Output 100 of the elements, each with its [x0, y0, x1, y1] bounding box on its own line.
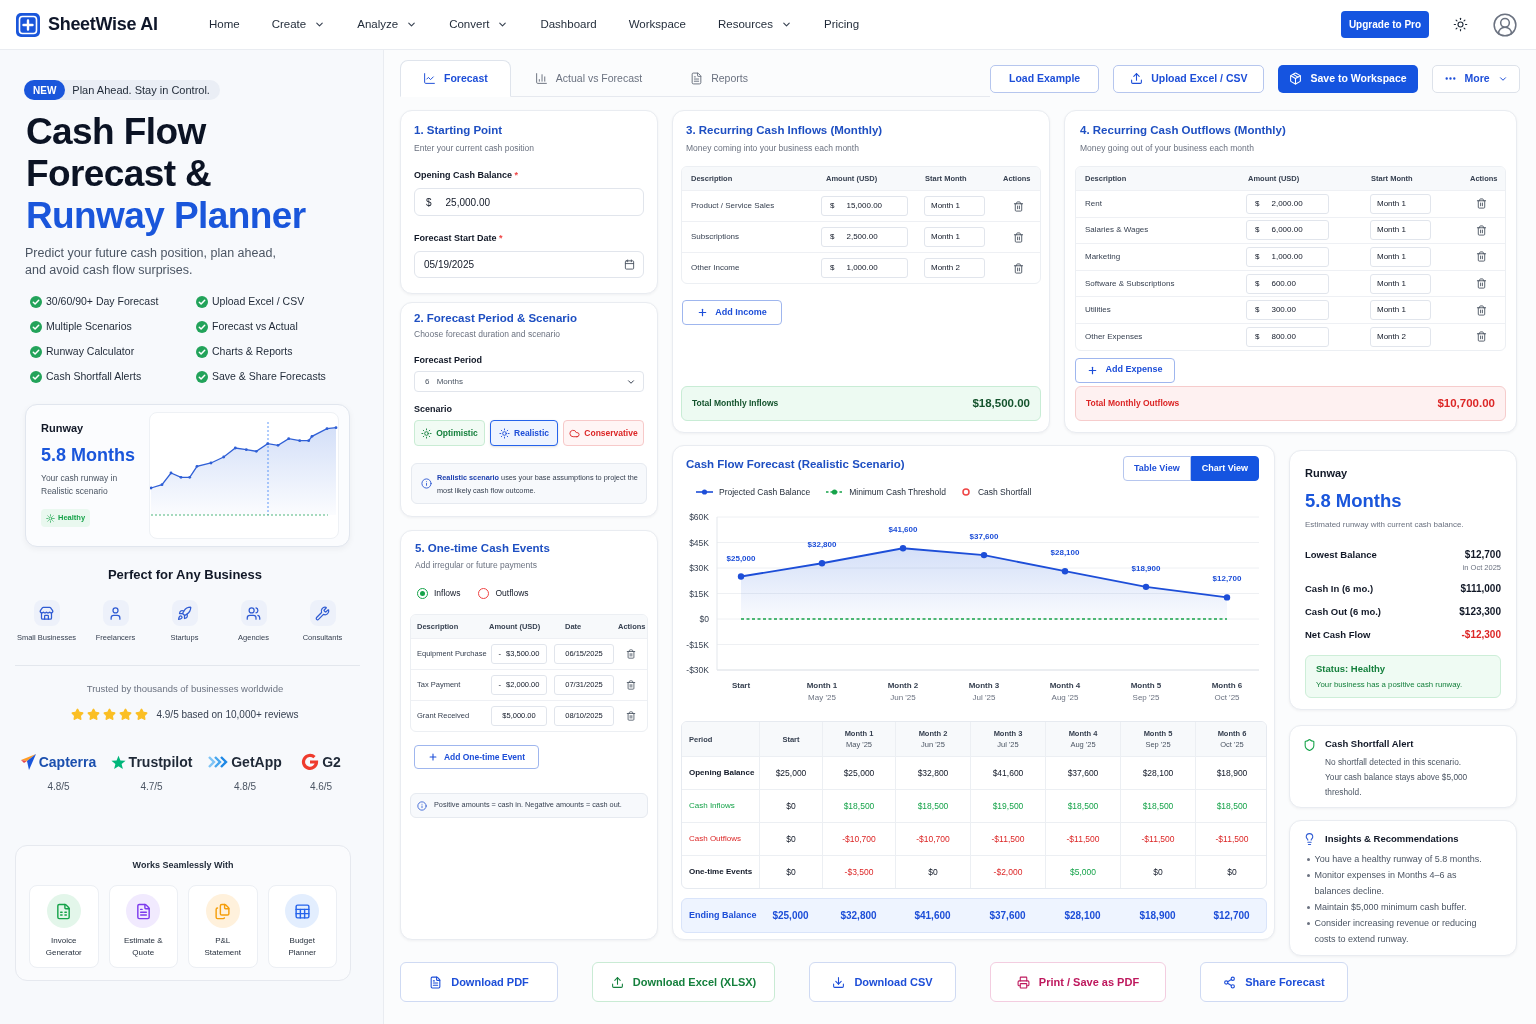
add-button[interactable]: Add Income: [682, 300, 782, 325]
nav-link[interactable]: Home: [209, 15, 240, 34]
star-icon: [71, 707, 85, 721]
axis-label: $60K: [689, 512, 709, 522]
amount-field[interactable]: $ 1,000.00: [1246, 247, 1329, 267]
nav-link[interactable]: Workspace: [628, 15, 686, 34]
amount-field[interactable]: $ 600.00: [1246, 273, 1329, 294]
load-example-button[interactable]: Load Example: [990, 64, 1100, 93]
check-icon: [30, 295, 42, 308]
tab[interactable]: Actual vs Forecast: [510, 60, 667, 97]
nav-link[interactable]: Dashboard: [540, 15, 597, 34]
amount-field[interactable]: $ 300.00: [1246, 300, 1329, 321]
bullet-icon: [1307, 858, 1310, 861]
data-label: $12,700: [1212, 574, 1242, 584]
tab[interactable]: Forecast: [400, 60, 511, 97]
alert-title: Cash Shortfall Alert: [1325, 737, 1415, 751]
data-label: $28,100: [1050, 548, 1080, 558]
amount-field[interactable]: $ 1,000.00: [821, 258, 908, 278]
metric-value: $12,700: [1464, 548, 1501, 562]
star-icon: [119, 707, 133, 721]
amount-field[interactable]: $ 2,000.00: [1246, 193, 1329, 214]
trash-icon[interactable]: [625, 711, 636, 721]
box-icon: [1289, 72, 1303, 85]
trash-icon[interactable]: [1475, 198, 1487, 210]
start-month-field[interactable]: Month 1: [1370, 193, 1431, 214]
radio-button[interactable]: [478, 587, 490, 599]
table-cell: $0: [1153, 865, 1163, 879]
upload-button[interactable]: Upload Excel / CSV: [1113, 64, 1265, 93]
nav-link[interactable]: Create: [271, 15, 326, 34]
trash-icon[interactable]: [1475, 304, 1487, 316]
sun-icon[interactable]: [1453, 17, 1468, 32]
amount-field[interactable]: $ 2,500.00: [821, 227, 908, 247]
integration-link[interactable]: P&L Statement: [188, 885, 258, 968]
export-button[interactable]: Download PDF: [400, 962, 558, 1002]
insight-text: Consider increasing revenue or reducing costs to extend runway.: [1314, 917, 1478, 946]
start-month-field[interactable]: Month 2: [924, 258, 985, 278]
amount-field[interactable]: $ 25,000.00: [414, 188, 644, 216]
view-toggle[interactable]: Chart View: [1190, 456, 1259, 481]
nav-link[interactable]: Analyze: [357, 15, 418, 34]
trash-icon[interactable]: [1475, 331, 1487, 343]
runway-caption: Estimated runway with current cash balance.: [1305, 519, 1465, 531]
trash-icon[interactable]: [1013, 200, 1024, 212]
platform-name: Capterra: [38, 752, 97, 772]
period-select[interactable]: 6 Months: [414, 371, 644, 392]
trash-icon[interactable]: [1475, 224, 1487, 236]
shield-icon: [1303, 738, 1316, 752]
tab[interactable]: Reports: [666, 60, 772, 97]
export-button[interactable]: Print / Save as PDF: [990, 962, 1166, 1002]
avatar-icon[interactable]: [1492, 11, 1518, 38]
cloud-icon: [569, 427, 581, 439]
data-point: [737, 573, 745, 580]
check-icon: [196, 320, 208, 333]
date-field[interactable]: 05/19/2025: [414, 251, 644, 278]
ring-logo-icon: [301, 753, 320, 771]
amount-field[interactable]: $ 800.00: [1246, 326, 1329, 347]
scenario-option[interactable]: Conservative: [563, 420, 644, 446]
integration-link[interactable]: Budget Planner: [267, 885, 337, 968]
star-icon: [103, 707, 117, 721]
start-month-field[interactable]: Month 1: [924, 196, 985, 216]
start-month-field[interactable]: Month 1: [1370, 247, 1431, 267]
trash-icon[interactable]: [625, 649, 636, 659]
add-event-button[interactable]: Add One-time Event: [414, 745, 539, 769]
spreadsheet-icon: [46, 894, 81, 928]
view-toggle[interactable]: Table View: [1122, 456, 1191, 481]
calendar-icon[interactable]: [624, 259, 635, 270]
integration-link[interactable]: Estimate & Quote: [108, 885, 178, 968]
integration-link[interactable]: Invoice Generator: [29, 885, 99, 968]
radio-button[interactable]: [417, 587, 428, 599]
start-month-field[interactable]: Month 2: [1370, 326, 1431, 347]
nav-link[interactable]: Pricing: [823, 15, 860, 34]
document-icon: [126, 894, 161, 928]
table-cell: $18,500: [1216, 799, 1248, 813]
save-button[interactable]: Save to Workspace: [1278, 64, 1418, 93]
start-month-field[interactable]: Month 1: [1370, 273, 1431, 294]
table-cell-text: $18,900: [1139, 909, 1176, 923]
scenario-option[interactable]: Optimistic: [414, 420, 485, 446]
nav-link[interactable]: Resources: [718, 15, 792, 34]
export-button[interactable]: Download Excel (XLSX): [592, 962, 775, 1002]
export-button[interactable]: Share Forecast: [1200, 962, 1348, 1002]
trash-icon[interactable]: [1013, 231, 1024, 243]
start-month-field[interactable]: Month 1: [924, 227, 985, 247]
nav-link[interactable]: Convert: [449, 15, 509, 34]
more-button[interactable]: More: [1431, 64, 1520, 93]
trash-icon[interactable]: [1475, 251, 1487, 263]
add-button[interactable]: Add Expense: [1075, 357, 1175, 383]
trash-icon[interactable]: [1013, 262, 1024, 274]
scenario-option[interactable]: Realistic: [490, 420, 558, 446]
start-month-field[interactable]: Month 1: [1370, 220, 1431, 241]
amount-field[interactable]: $ 15,000.00: [821, 196, 908, 216]
document-icon: [429, 975, 443, 989]
upgrade-button[interactable]: Upgrade to Pro: [1341, 11, 1429, 38]
section-heading: Perfect for Any Business: [106, 566, 264, 584]
trash-icon[interactable]: [625, 680, 636, 690]
trash-icon[interactable]: [1475, 278, 1487, 290]
feature-text: Upload Excel / CSV: [212, 293, 305, 309]
amount-field[interactable]: $ 6,000.00: [1246, 220, 1329, 241]
axis-date-label: Oct '25: [1214, 693, 1240, 702]
start-month-field[interactable]: Month 1: [1370, 300, 1431, 321]
metric-value: -$12,300: [1461, 628, 1501, 642]
export-button[interactable]: Download CSV: [809, 962, 956, 1002]
